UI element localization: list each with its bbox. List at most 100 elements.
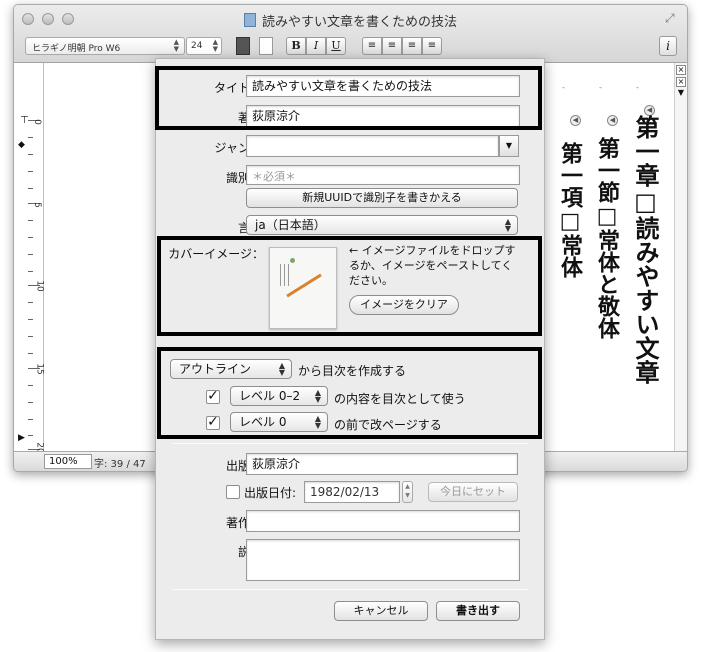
bold-button[interactable]: B: [286, 37, 306, 55]
ruler-tick: [28, 220, 33, 221]
title-field[interactable]: 読みやすい文章を書くための技法: [246, 75, 520, 97]
select-arrows-icon: ▲ ▼: [173, 38, 179, 53]
page-break-suffix: の前で改ページする: [334, 418, 442, 432]
toc-source-select[interactable]: アウトライン ▲ ▼: [170, 359, 292, 379]
zoom-select[interactable]: 100%: [44, 454, 92, 469]
zoom-window-button[interactable]: [62, 13, 74, 25]
font-family-select[interactable]: ヒラギノ明朝 Pro W6 ▲ ▼: [25, 37, 185, 55]
toc-source-suffix: から目次を作成する: [298, 364, 407, 378]
underline-button[interactable]: U: [326, 37, 346, 55]
text-color-swatch[interactable]: [236, 37, 250, 55]
pubdate-label: 出版日付:: [243, 486, 296, 500]
description-field[interactable]: [246, 539, 520, 581]
page-break-checkbox[interactable]: ✓: [206, 415, 220, 430]
cover-text-line: [288, 264, 289, 286]
fullscreen-icon[interactable]: ⤢: [665, 11, 679, 25]
ruler-tick: [28, 254, 33, 255]
clear-image-button[interactable]: イメージをクリア: [349, 295, 459, 315]
select-arrows-icon: ▲ ▼: [504, 217, 511, 233]
set-today-button[interactable]: 今日にセット: [428, 482, 518, 502]
close-window-button[interactable]: [22, 13, 34, 25]
close-pane-icon[interactable]: ×: [676, 77, 686, 87]
font-size-select[interactable]: 24 ▲ ▼: [186, 37, 222, 55]
ruler-tick: [28, 271, 33, 272]
pencil-icon: [286, 273, 322, 298]
ruler-tick: [28, 435, 33, 436]
ruler-tick: [28, 171, 33, 172]
page-break-level-select[interactable]: レベル 0 ▲ ▼: [230, 412, 328, 432]
separator: [172, 589, 528, 590]
toc-source-value: アウトライン: [179, 362, 252, 376]
align-right-icon[interactable]: ≡: [402, 37, 422, 55]
use-level-checkbox[interactable]: ✓: [206, 389, 220, 404]
cover-image-label: カバーイメージ：: [168, 247, 264, 261]
leaf-icon: [290, 258, 295, 263]
ruler-label: 5: [31, 202, 42, 208]
epub-export-sheet: タイトル: 読みやすい文章を書くための技法 著者: 荻原涼介 ジャンル: ▼ 識…: [155, 58, 545, 640]
cancel-button[interactable]: キャンセル: [334, 601, 428, 621]
section-marker-icon[interactable]: ◀: [570, 115, 581, 126]
right-indent-icon[interactable]: ▶: [18, 433, 25, 443]
cover-text-line: [284, 264, 285, 286]
vertical-scrollbar[interactable]: × × ▼: [674, 63, 687, 453]
genre-combo-field[interactable]: [246, 135, 499, 157]
level-range-select[interactable]: レベル 0–2 ▲ ▼: [230, 386, 328, 406]
first-line-indent-icon[interactable]: ◆: [18, 140, 25, 150]
separator: [172, 347, 528, 348]
zoom-value: 100%: [49, 456, 78, 467]
select-arrows-icon: ▲ ▼: [212, 38, 218, 53]
copyright-field[interactable]: [246, 510, 520, 532]
chapter-heading: 第一章□読みやすい文章: [631, 115, 660, 384]
ruler-tick: [28, 237, 33, 238]
cover-image-well[interactable]: [269, 247, 337, 329]
ruler-tick: [28, 154, 33, 155]
ruler-tick: [28, 402, 33, 403]
title-bar: 読みやすい文章を書くための技法 ⤢ ヒラギノ明朝 Pro W6 ▲ ▼ 24 ▲ ▼…: [14, 5, 687, 63]
identifier-field[interactable]: ＊必須＊: [246, 165, 520, 185]
ruler-tick: [28, 336, 33, 337]
ruler-tick: [28, 385, 33, 386]
ruler-tick: [28, 353, 33, 354]
language-value: ja（日本語）: [255, 218, 326, 232]
level-range-value: レベル 0–2: [239, 389, 301, 403]
align-center-icon[interactable]: ≡: [382, 37, 402, 55]
genre-dropdown-icon[interactable]: ▼: [499, 135, 519, 157]
minimize-window-button[interactable]: [42, 13, 54, 25]
font-size-value: 24: [191, 41, 203, 51]
align-left-icon[interactable]: ≡: [362, 37, 382, 55]
info-button[interactable]: i: [659, 36, 677, 56]
close-pane-icon[interactable]: ×: [676, 65, 686, 75]
line-marker: -: [636, 83, 639, 92]
ruler-tick: [28, 319, 33, 320]
date-stepper-icon[interactable]: ▲ ▼: [402, 481, 413, 503]
section-marker-icon[interactable]: ◀: [607, 115, 618, 126]
ruler-tick: [28, 419, 33, 420]
italic-button[interactable]: I: [306, 37, 326, 55]
uuid-rewrite-button[interactable]: 新規UUIDで識別子を書きかえる: [246, 188, 518, 208]
publisher-field[interactable]: 荻原涼介: [246, 453, 518, 475]
select-arrows-icon: ▲ ▼: [314, 388, 321, 404]
subsection-heading: 第一項□常体: [557, 142, 583, 278]
scroll-up-icon[interactable]: ▼: [676, 89, 686, 99]
select-arrows-icon: ▲ ▼: [278, 361, 285, 377]
document-icon: [244, 13, 256, 27]
cover-image-help: ← イメージファイルをドロップするか、イメージをペーストしてください。: [349, 244, 516, 287]
ruler-tick: [28, 188, 33, 189]
pubdate-field[interactable]: 1982/02/13: [304, 481, 400, 503]
background-color-swatch[interactable]: [259, 37, 273, 55]
page-break-level-value: レベル 0: [239, 415, 287, 429]
character-count: 字: 39 / 47: [94, 459, 146, 470]
line-marker: -: [562, 83, 565, 92]
level-range-suffix: の内容を目次として使う: [334, 392, 466, 406]
vertical-ruler: ⊤ ◆ ▶ 0 5 10 15 20: [14, 63, 45, 454]
select-arrows-icon: ▲ ▼: [314, 414, 321, 430]
align-justify-icon[interactable]: ≡: [422, 37, 442, 55]
export-button[interactable]: 書き出す: [436, 601, 520, 621]
font-family-value: ヒラギノ明朝 Pro W6: [32, 44, 121, 54]
ruler-tick: [28, 137, 33, 138]
window-title: 読みやすい文章を書くための技法: [262, 15, 458, 30]
separator: [172, 443, 528, 444]
language-select[interactable]: ja（日本語） ▲ ▼: [246, 215, 518, 235]
author-field[interactable]: 荻原涼介: [246, 105, 520, 127]
line-marker: -: [599, 83, 602, 92]
